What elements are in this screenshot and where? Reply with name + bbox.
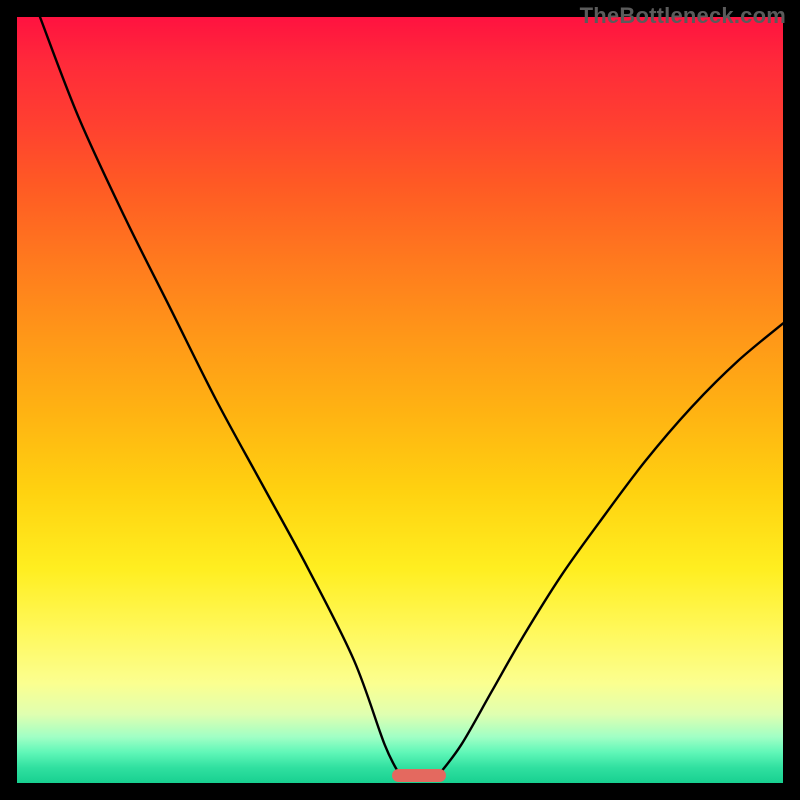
chart-plot-area — [17, 17, 783, 783]
chart-frame: TheBottleneck.com — [0, 0, 800, 800]
bottleneck-marker — [392, 769, 446, 782]
watermark-text: TheBottleneck.com — [580, 3, 786, 29]
curve-right-branch — [438, 323, 783, 775]
chart-curve-svg — [17, 17, 783, 783]
curve-left-branch — [40, 17, 400, 775]
